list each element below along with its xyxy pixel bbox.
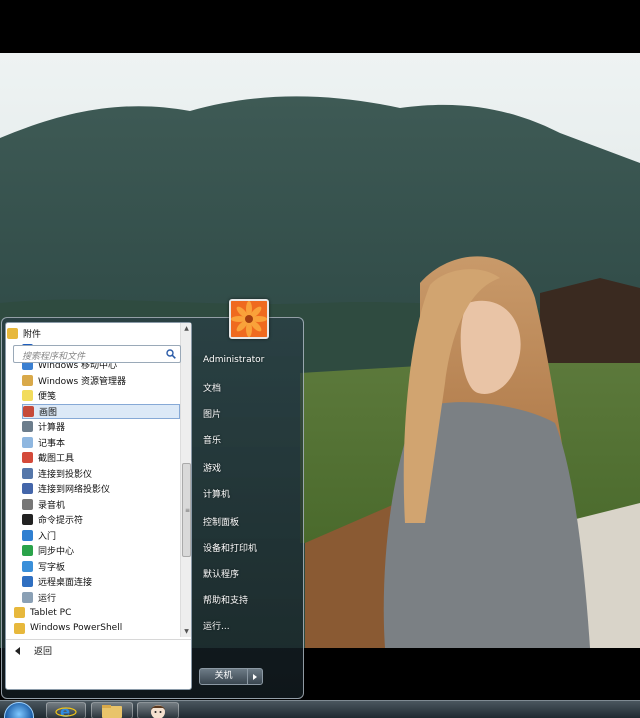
program-item-label: 远程桌面连接 bbox=[38, 578, 93, 588]
all-programs-panel: 附件Bluetooth 文件传送Windows 移动中心Windows 资源管理… bbox=[5, 322, 192, 690]
program-item[interactable]: 便笺 bbox=[22, 388, 180, 403]
start-button[interactable] bbox=[4, 702, 34, 718]
back-label: 返回 bbox=[34, 647, 53, 657]
program-item[interactable]: 连接到网络投影仪 bbox=[22, 481, 180, 496]
scroll-thumb[interactable]: ≡ bbox=[182, 463, 191, 557]
sticky-notes-icon bbox=[22, 390, 33, 401]
user-name-link[interactable]: Administrator bbox=[203, 355, 264, 365]
sound-recorder-icon bbox=[22, 498, 33, 510]
internet-explorer-icon: e bbox=[55, 703, 77, 718]
program-item[interactable]: 附件 bbox=[7, 326, 181, 341]
paint-icon bbox=[23, 405, 34, 417]
program-item[interactable]: 计算器 bbox=[22, 419, 180, 434]
program-item-label: Windows PowerShell bbox=[30, 623, 123, 633]
program-item-label: 画图 bbox=[39, 407, 58, 418]
explorer-icon bbox=[22, 374, 33, 386]
program-item-label: Tablet PC bbox=[30, 607, 72, 618]
taskbar-explorer-button[interactable] bbox=[91, 702, 133, 718]
search-icon[interactable] bbox=[166, 349, 176, 359]
program-item[interactable]: Windows PowerShell bbox=[14, 621, 180, 636]
taskbar-app-button[interactable] bbox=[137, 702, 179, 718]
program-item-label: 录音机 bbox=[38, 500, 66, 511]
chevron-right-icon bbox=[253, 673, 257, 680]
program-item[interactable]: 入门 bbox=[22, 528, 180, 543]
program-item-label: 连接到投影仪 bbox=[38, 469, 93, 480]
right-pane-item[interactable]: 帮助和支持 bbox=[203, 593, 248, 606]
program-item[interactable]: 命令提示符 bbox=[22, 512, 180, 527]
program-item[interactable]: 截图工具 bbox=[22, 450, 180, 465]
right-pane-item[interactable]: 控制面板 bbox=[203, 515, 239, 528]
network-projector-icon bbox=[22, 483, 33, 494]
getting-started-icon bbox=[22, 529, 33, 541]
program-item-label: 附件 bbox=[23, 330, 42, 340]
program-item[interactable]: 记事本 bbox=[22, 435, 180, 450]
user-avatar[interactable] bbox=[229, 299, 269, 339]
command-prompt-icon bbox=[22, 514, 33, 525]
right-pane-item[interactable]: 游戏 bbox=[203, 461, 221, 474]
program-item-label: 写字板 bbox=[38, 562, 66, 573]
notepad-icon bbox=[22, 436, 33, 448]
program-item-label: 记事本 bbox=[38, 438, 66, 449]
snipping-tool-icon bbox=[22, 452, 33, 463]
screen: 附件Bluetooth 文件传送Windows 移动中心Windows 资源管理… bbox=[0, 0, 640, 718]
right-pane-item[interactable]: 默认程序 bbox=[203, 567, 239, 580]
program-item[interactable]: 运行 bbox=[22, 590, 180, 605]
program-list: 附件Bluetooth 文件传送Windows 移动中心Windows 资源管理… bbox=[6, 323, 181, 637]
program-list-scrollbar[interactable]: ▲ ≡ ▼ bbox=[180, 323, 191, 637]
right-pane-item[interactable]: 图片 bbox=[203, 407, 221, 420]
wordpad-icon bbox=[22, 560, 33, 572]
run-icon bbox=[22, 591, 33, 603]
right-pane-item[interactable]: 计算机 bbox=[203, 487, 230, 500]
right-pane-item[interactable]: 设备和打印机 bbox=[203, 541, 257, 554]
scroll-down-icon[interactable]: ▼ bbox=[182, 627, 191, 636]
right-pane-item[interactable]: 运行... bbox=[203, 619, 230, 632]
program-item-label: 计算器 bbox=[38, 423, 66, 433]
folder-icon bbox=[14, 622, 25, 634]
projector-icon bbox=[22, 467, 33, 479]
program-item[interactable]: 连接到投影仪 bbox=[22, 466, 180, 481]
program-item-label: 连接到网络投影仪 bbox=[38, 485, 111, 495]
user-app-icon bbox=[151, 705, 165, 718]
program-item-label: 便笺 bbox=[38, 392, 57, 402]
right-pane-item[interactable]: 文档 bbox=[203, 381, 221, 394]
folder-icon bbox=[7, 328, 18, 339]
program-item-label: 入门 bbox=[38, 531, 57, 542]
search-placeholder: 搜索程序和文件 bbox=[22, 352, 86, 362]
grip-icon: ≡ bbox=[185, 507, 191, 514]
back-arrow-icon bbox=[15, 646, 20, 655]
program-item[interactable]: 远程桌面连接 bbox=[22, 574, 180, 589]
program-item[interactable]: Tablet PC bbox=[14, 605, 180, 620]
file-explorer-icon bbox=[102, 705, 122, 718]
search-input[interactable]: 搜索程序和文件 bbox=[13, 345, 181, 363]
calculator-icon bbox=[22, 421, 33, 432]
sync-center-icon bbox=[22, 545, 33, 556]
right-pane-item[interactable]: 音乐 bbox=[203, 433, 221, 446]
shutdown-options-button[interactable] bbox=[248, 669, 262, 684]
remote-desktop-icon bbox=[22, 576, 33, 587]
flower-icon bbox=[231, 301, 267, 337]
program-item-label: 命令提示符 bbox=[38, 516, 84, 526]
taskbar-ie-button[interactable]: e bbox=[46, 702, 86, 718]
folder-icon bbox=[14, 607, 25, 618]
taskbar: e bbox=[0, 700, 640, 718]
program-item[interactable]: 写字板 bbox=[22, 559, 180, 574]
letterbox-top bbox=[0, 0, 640, 53]
program-item-label: 同步中心 bbox=[38, 547, 75, 557]
shutdown-button[interactable]: 关机 bbox=[199, 668, 263, 685]
program-item[interactable]: 同步中心 bbox=[22, 543, 180, 558]
program-item[interactable]: 画图 bbox=[22, 403, 180, 419]
program-item[interactable]: 录音机 bbox=[22, 497, 180, 512]
back-button[interactable]: 返回 bbox=[6, 639, 191, 661]
program-item-label: Windows 资源管理器 bbox=[38, 376, 127, 387]
scroll-up-icon[interactable]: ▲ bbox=[182, 324, 191, 333]
program-item[interactable]: Windows 资源管理器 bbox=[22, 373, 180, 388]
program-item-label: 运行 bbox=[38, 593, 57, 604]
shutdown-label: 关机 bbox=[200, 669, 248, 684]
program-item-label: 截图工具 bbox=[38, 454, 75, 464]
